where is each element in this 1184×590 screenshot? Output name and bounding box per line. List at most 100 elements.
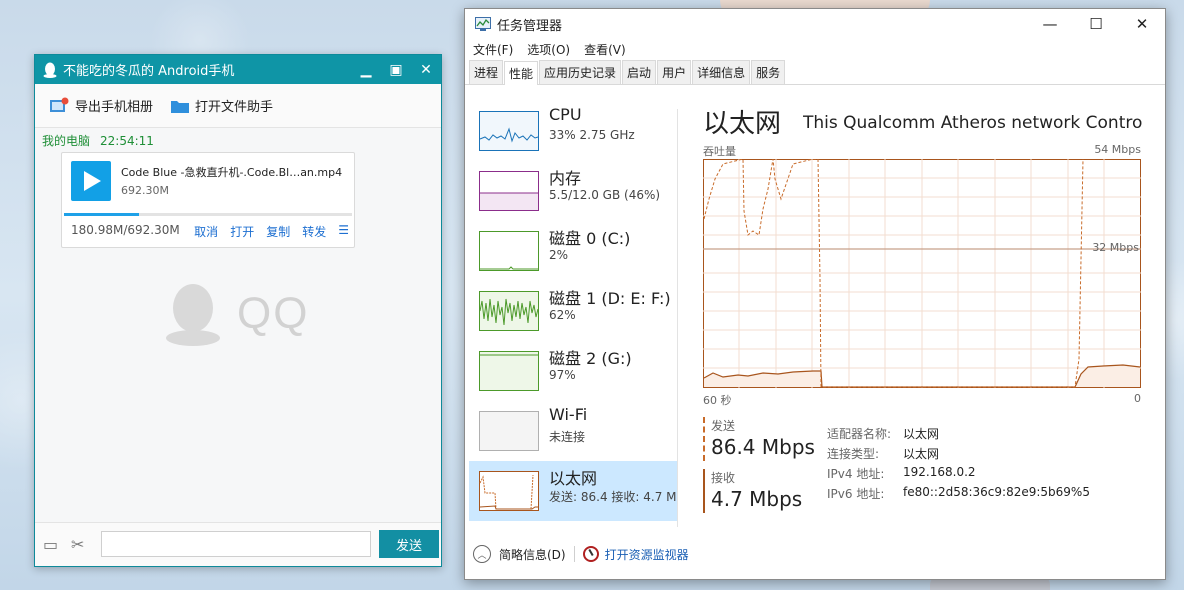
info-key: 适配器名称: <box>827 425 903 445</box>
perf-item-disk-0[interactable]: 磁盘 0 (C:) 2% <box>469 221 677 281</box>
time-axis-right: 0 <box>1134 392 1141 405</box>
receive-stat: 接收 4.7 Mbps <box>703 469 823 513</box>
perf-item-wifi[interactable]: Wi-Fi 未连接 <box>469 401 677 461</box>
menu-file[interactable]: 文件(F) <box>473 41 513 58</box>
video-file-thumbnail[interactable] <box>71 161 111 201</box>
folder-icon[interactable]: ▭ <box>43 535 58 554</box>
qq-penguin-icon <box>43 62 57 78</box>
qq-toolbar: 导出手机相册 打开文件助手 <box>35 84 441 128</box>
scissors-icon[interactable]: ✂ <box>71 535 84 554</box>
qq-watermark: QQ <box>165 282 309 346</box>
perf-sidebar: CPU 33% 2.75 GHz 内存 5.5/12.0 GB (46%) 磁盘… <box>469 95 677 525</box>
forward-link[interactable]: 转发 <box>302 223 326 240</box>
time-axis-left: 60 秒 <box>703 392 732 408</box>
export-album-icon <box>49 97 69 115</box>
disk1-mini-graph <box>479 291 539 331</box>
ethernet-throughput-graph <box>703 159 1141 388</box>
cancel-link[interactable]: 取消 <box>194 223 218 240</box>
info-key: IPv4 地址: <box>827 465 903 485</box>
info-row: 适配器名称: 以太网 <box>827 425 1090 445</box>
ethernet-title: 以太网 <box>703 103 781 140</box>
qq-chat-area: 我的电脑 22:54:11 Code Blue -急救直升机-.Code.Bl…a… <box>35 128 441 523</box>
menu-view[interactable]: 查看(V) <box>584 41 626 58</box>
export-album-label: 导出手机相册 <box>75 96 153 115</box>
tm-title-bar[interactable]: 任务管理器 — ☐ ✕ <box>465 9 1165 39</box>
brief-info-link[interactable]: 简略信息(D) <box>499 546 566 563</box>
file-progress-text: 180.98M/692.30M <box>71 223 182 240</box>
file-actions-row: 180.98M/692.30M 取消 打开 复制 转发 ☰ <box>71 223 349 240</box>
minimize-button[interactable]: ▁ <box>351 62 381 78</box>
tab-processes[interactable]: 进程 <box>469 60 503 84</box>
perf-item-name: 内存 <box>549 165 581 189</box>
message-meta: 我的电脑 22:54:11 <box>42 132 154 149</box>
info-value: 以太网 <box>903 425 939 445</box>
tm-window-title: 任务管理器 <box>497 15 1027 34</box>
perf-item-sub: 5.5/12.0 GB (46%) <box>549 188 660 202</box>
qq-watermark-text: QQ <box>237 289 309 339</box>
memory-mini-graph <box>479 171 539 211</box>
info-value: fe80::2d58:36c9:82e9:5b69%5 <box>903 485 1090 505</box>
disk0-mini-graph <box>479 231 539 271</box>
qq-title-bar[interactable]: 不能吃的冬瓜的 Android手机 ▁ ▣ ✕ <box>35 55 441 84</box>
tm-tab-bar: 进程 性能 应用历史记录 启动 用户 详细信息 服务 <box>465 59 1165 85</box>
perf-item-ethernet[interactable]: 以太网 发送: 86.4 接收: 4.7 M <box>469 461 677 521</box>
open-resource-monitor-link[interactable]: 打开资源监视器 <box>605 546 689 563</box>
info-row: 连接类型: 以太网 <box>827 445 1090 465</box>
wifi-mini-graph <box>479 411 539 451</box>
perf-item-sub: 未连接 <box>549 428 585 445</box>
message-time: 22:54:11 <box>100 134 154 148</box>
message-sender: 我的电脑 <box>42 134 90 148</box>
minimize-button[interactable]: — <box>1027 15 1073 33</box>
tab-users[interactable]: 用户 <box>657 60 691 84</box>
menu-options[interactable]: 选项(O) <box>527 41 570 58</box>
file-progress-fill <box>64 213 139 216</box>
perf-item-cpu[interactable]: CPU 33% 2.75 GHz <box>469 101 677 161</box>
perf-item-memory[interactable]: 内存 5.5/12.0 GB (46%) <box>469 161 677 221</box>
ethernet-detail-panel: 以太网 This Qualcomm Atheros network Contro… <box>703 95 1143 525</box>
file-size: 692.30M <box>121 184 169 197</box>
throughput-max-label: 54 Mbps <box>1094 143 1141 156</box>
tab-services[interactable]: 服务 <box>751 60 785 84</box>
tab-details[interactable]: 详细信息 <box>692 60 750 84</box>
tm-menu-bar: 文件(F) 选项(O) 查看(V) <box>465 39 1165 59</box>
tab-performance[interactable]: 性能 <box>504 61 538 85</box>
throughput-mid-label: 32 Mbps <box>1092 241 1139 254</box>
maximize-button[interactable]: ▣ <box>381 62 411 78</box>
file-progress-bar <box>64 213 352 216</box>
copy-link[interactable]: 复制 <box>266 223 290 240</box>
perf-item-name: CPU <box>549 105 582 124</box>
chevron-up-icon[interactable]: ︿ <box>473 545 491 563</box>
tab-startup[interactable]: 启动 <box>622 60 656 84</box>
qq-input-bar: ▭ ✂ 发送 <box>35 522 441 566</box>
perf-item-sub: 2% <box>549 248 568 262</box>
task-manager-window: 任务管理器 — ☐ ✕ 文件(F) 选项(O) 查看(V) 进程 性能 应用历史… <box>464 8 1166 580</box>
disk2-mini-graph <box>479 351 539 391</box>
qq-penguin-watermark-icon <box>165 282 221 346</box>
send-button[interactable]: 发送 <box>379 530 439 558</box>
cpu-mini-graph <box>479 111 539 151</box>
export-album-button[interactable]: 导出手机相册 <box>49 96 153 115</box>
message-input[interactable] <box>101 531 371 557</box>
play-icon <box>82 170 102 192</box>
send-value: 86.4 Mbps <box>711 435 823 459</box>
open-file-helper-button[interactable]: 打开文件助手 <box>171 96 273 115</box>
info-row: IPv6 地址: fe80::2d58:36c9:82e9:5b69%5 <box>827 485 1090 505</box>
file-name: Code Blue -急救直升机-.Code.Bl…an.mp4 <box>121 164 342 180</box>
tab-app-history[interactable]: 应用历史记录 <box>539 60 621 84</box>
tm-footer: ︿ 简略信息(D) 打开资源监视器 <box>465 529 1165 579</box>
perf-item-disk-1[interactable]: 磁盘 1 (D: E: F:) 62% <box>469 281 677 341</box>
perf-item-sub: 97% <box>549 368 576 382</box>
maximize-button[interactable]: ☐ <box>1073 15 1119 33</box>
close-button[interactable]: ✕ <box>411 62 441 78</box>
send-label: 发送 <box>711 417 823 434</box>
perf-item-disk-2[interactable]: 磁盘 2 (G:) 97% <box>469 341 677 401</box>
resource-monitor-icon[interactable] <box>583 546 599 562</box>
more-menu-icon[interactable]: ☰ <box>338 223 349 240</box>
info-key: 连接类型: <box>827 445 903 465</box>
perf-item-name: 磁盘 2 (G:) <box>549 345 632 369</box>
qq-window-title: 不能吃的冬瓜的 Android手机 <box>63 60 351 79</box>
open-link[interactable]: 打开 <box>230 223 254 240</box>
close-button[interactable]: ✕ <box>1119 15 1165 33</box>
sidebar-divider <box>677 109 678 527</box>
perf-item-name: 以太网 <box>549 465 597 489</box>
